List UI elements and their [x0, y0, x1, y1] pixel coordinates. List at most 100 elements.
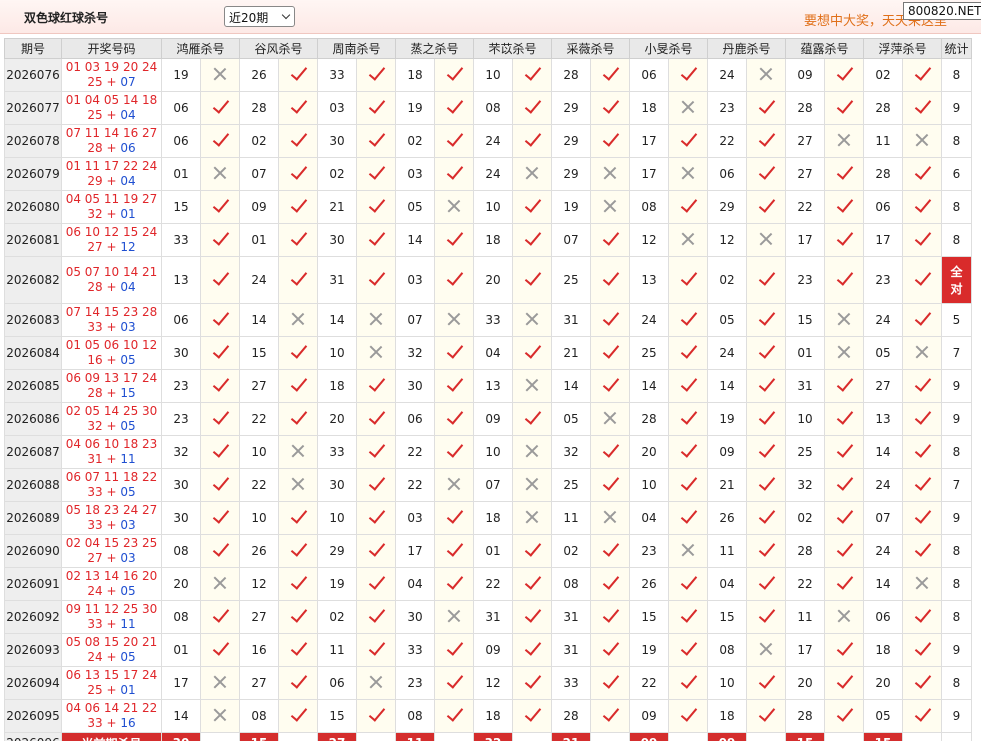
check-icon — [446, 443, 462, 459]
kill-number-cell: 14 — [551, 369, 591, 403]
result-cell — [746, 402, 786, 436]
blue-ball: 05 — [120, 485, 136, 499]
cross-icon — [525, 477, 539, 491]
kill-number-cell: 23 — [161, 369, 201, 403]
result-cell — [434, 600, 474, 634]
red-balls: 05 08 15 20 21 — [65, 635, 158, 649]
kill-number-cell: 28 — [551, 699, 591, 733]
result-cell — [590, 435, 630, 469]
check-icon — [680, 410, 696, 426]
check-icon — [758, 99, 774, 115]
result-cell — [590, 699, 630, 733]
check-icon — [836, 377, 852, 393]
result-cell — [512, 633, 552, 667]
result-cell — [434, 256, 474, 304]
result-cell — [278, 402, 318, 436]
result-cell — [590, 190, 630, 224]
table-row: 2026078 07 11 14 16 27 28 + 06 06 02 30 02 24 29… — [4, 124, 972, 158]
result-cell — [902, 402, 942, 436]
result-cell — [590, 600, 630, 634]
kill-number-cell: 32 — [785, 468, 825, 502]
hit-count: 9 — [952, 643, 961, 657]
kill-number-cell: 05 — [863, 699, 903, 733]
current-blank-cell — [512, 732, 552, 741]
cross-icon — [915, 345, 929, 359]
check-icon — [368, 99, 384, 115]
column-header-draw: 开奖号码 — [61, 38, 162, 59]
kill-number-cell: 33 — [395, 633, 435, 667]
check-icon — [602, 132, 618, 148]
kill-number-cell: 24 — [863, 303, 903, 337]
kill-number-cell: 03 — [395, 256, 435, 304]
kill-number-cell: 06 — [395, 402, 435, 436]
kill-number-cell: 28 — [863, 157, 903, 191]
result-cell — [200, 600, 240, 634]
cross-icon — [525, 166, 539, 180]
result-cell — [200, 157, 240, 191]
red-ball-last: 33 — [87, 485, 103, 499]
check-icon — [524, 410, 540, 426]
check-icon — [290, 674, 306, 690]
current-kill-number-cell: 32 — [473, 732, 513, 741]
blue-ball: 05 — [120, 650, 136, 664]
draw-numbers-cell: 04 06 14 21 22 33 + 16 — [61, 699, 162, 733]
hit-count-cell: 8 — [941, 58, 972, 92]
kill-number-cell: 10 — [473, 435, 513, 469]
kill-number-cell: 25 — [551, 256, 591, 304]
kill-number-cell: 10 — [239, 501, 279, 535]
kill-number-cell: 06 — [707, 157, 747, 191]
result-cell — [278, 336, 318, 370]
result-cell — [200, 435, 240, 469]
check-icon — [212, 509, 228, 525]
check-icon — [836, 509, 852, 525]
result-cell — [434, 468, 474, 502]
kill-number-cell: 08 — [629, 190, 669, 224]
kill-number-cell: 23 — [395, 666, 435, 700]
check-icon — [680, 344, 696, 360]
kill-number-cell: 06 — [161, 303, 201, 337]
result-cell — [824, 124, 864, 158]
kill-number-cell: 10 — [317, 336, 357, 370]
result-cell — [746, 666, 786, 700]
kill-number-cell: 04 — [629, 501, 669, 535]
result-cell — [356, 567, 396, 601]
result-cell — [512, 501, 552, 535]
hit-count: 8 — [952, 544, 961, 558]
kill-number-cell: 08 — [473, 91, 513, 125]
kill-number-cell: 10 — [785, 402, 825, 436]
blue-ball: 07 — [120, 75, 136, 89]
range-select[interactable]: 近20期 — [224, 6, 295, 27]
table-row: 2026079 01 11 17 22 24 29 + 04 01 07 02 03 24 29… — [4, 157, 972, 191]
check-icon — [680, 377, 696, 393]
result-cell — [512, 256, 552, 304]
column-header-stats: 统计 — [941, 38, 972, 59]
period-cell: 2026080 — [4, 190, 62, 224]
kill-number-cell: 27 — [785, 124, 825, 158]
cross-icon — [837, 345, 851, 359]
result-cell — [746, 223, 786, 257]
kill-number-cell: 07 — [863, 501, 903, 535]
kill-number-cell: 30 — [317, 223, 357, 257]
check-icon — [680, 707, 696, 723]
draw-numbers-cell: 04 05 11 19 27 32 + 01 — [61, 190, 162, 224]
kill-number-cell: 30 — [395, 600, 435, 634]
table-row: 2026080 04 05 11 19 27 32 + 01 15 09 21 05 10 19… — [4, 190, 972, 224]
kill-number-cell: 22 — [395, 468, 435, 502]
site-badge[interactable]: 800820.NET — [903, 2, 981, 20]
kill-number-cell: 17 — [629, 157, 669, 191]
blue-ball: 06 — [120, 141, 136, 155]
check-icon — [524, 608, 540, 624]
result-cell — [434, 91, 474, 125]
kill-number-cell: 33 — [551, 666, 591, 700]
result-cell — [356, 534, 396, 568]
kill-number-cell: 23 — [863, 256, 903, 304]
hit-count-cell: 8 — [941, 666, 972, 700]
draw-numbers-cell: 02 13 14 16 20 24 + 05 — [61, 567, 162, 601]
check-icon — [446, 99, 462, 115]
kill-number-cell: 01 — [161, 633, 201, 667]
hit-count-cell: 7 — [941, 336, 972, 370]
kill-number-cell: 10 — [317, 501, 357, 535]
cross-icon — [369, 675, 383, 689]
check-icon — [914, 410, 930, 426]
kill-number-cell: 02 — [317, 157, 357, 191]
